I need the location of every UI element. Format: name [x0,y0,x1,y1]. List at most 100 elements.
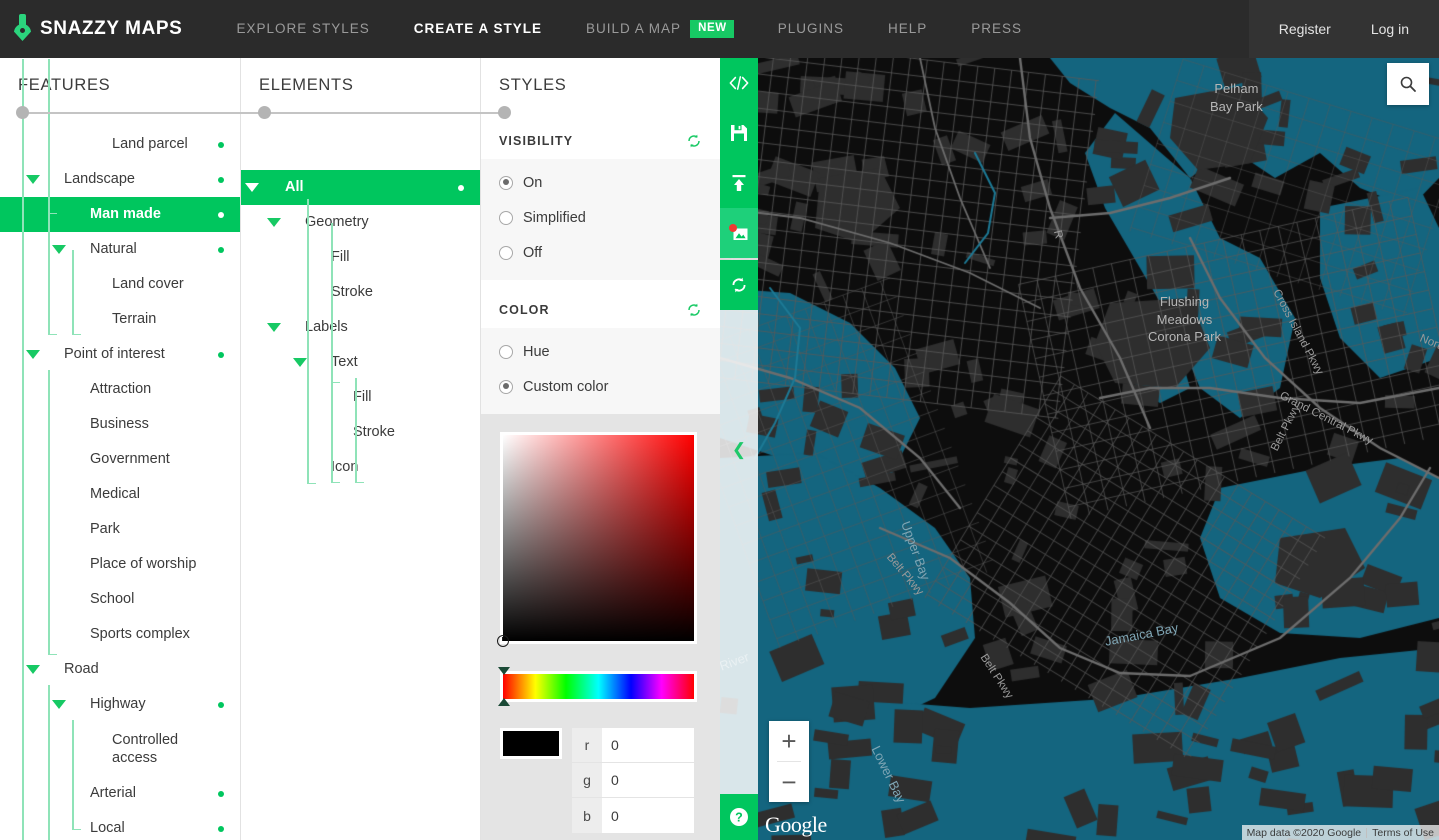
feature-item-road[interactable]: Road [0,652,240,687]
nav-item-press[interactable]: PRESS [949,0,1044,58]
color-title: COLOR [499,303,550,317]
visibility-option-on[interactable]: On [481,165,720,200]
feature-item-natural[interactable]: Natural [0,232,240,267]
element-item-all[interactable]: All [241,170,480,205]
visibility-option-off[interactable]: Off [481,235,720,270]
feature-item-man-made[interactable]: Man made [0,197,240,232]
tree-guide-line [72,250,79,335]
element-item-fill[interactable]: Fill [241,240,480,275]
tree-item-label: Geometry [305,214,369,231]
tree-item-label: Medical [90,486,140,503]
color-option-custom-color[interactable]: Custom color [481,369,720,404]
map-toolbar [720,58,758,310]
feature-item-government[interactable]: Government [0,442,240,477]
attribution-terms[interactable]: Terms of Use [1367,827,1439,839]
feature-item-arterial[interactable]: Arterial [0,776,240,811]
triangle-down-icon[interactable] [26,175,40,184]
zoom-out-button[interactable]: − [769,762,809,802]
radio-button-icon[interactable] [499,175,513,190]
status-dot-icon [218,825,224,832]
g-input[interactable] [602,763,694,797]
radio-label: Off [523,244,543,261]
feature-item-park[interactable]: Park [0,512,240,547]
element-item-geometry[interactable]: Geometry [241,205,480,240]
upload-icon [732,175,746,191]
r-input[interactable] [602,728,694,762]
feature-item-land-parcel[interactable]: Land parcel [0,127,240,162]
radio-button-icon[interactable] [499,344,513,359]
nav-item-explore-styles[interactable]: EXPLORE STYLES [214,0,391,58]
feature-item-highway[interactable]: Highway [0,687,240,722]
view-code-button[interactable] [720,58,758,108]
sv-cursor-handle[interactable] [497,635,509,647]
triangle-down-icon[interactable] [26,665,40,674]
brand-logo-link[interactable]: SNAZZY MAPS [0,0,214,58]
element-item-stroke[interactable]: Stroke [241,275,480,310]
nav-label: BUILD A MAP [586,21,682,36]
status-dot-icon [218,211,224,218]
triangle-down-icon[interactable] [245,183,259,192]
feature-item-school[interactable]: School [0,582,240,617]
color-section-header: COLOR [481,292,720,328]
login-link[interactable]: Log in [1351,0,1429,58]
feature-item-attraction[interactable]: Attraction [0,372,240,407]
triangle-down-icon[interactable] [52,245,66,254]
map-search-button[interactable] [1387,63,1429,105]
triangle-down-icon[interactable] [52,700,66,709]
zoom-in-button[interactable]: + [769,721,809,761]
question-mark-icon: ? [730,808,748,826]
status-dot-icon [218,701,224,708]
tree-item-label: Fill [331,249,350,266]
radio-button-icon[interactable] [499,245,513,260]
map-canvas [720,58,1439,840]
b-input[interactable] [602,798,694,833]
tree-guide-line [331,343,338,483]
element-item-stroke[interactable]: Stroke [241,415,480,450]
element-item-icon[interactable]: Icon [241,450,480,485]
refresh-icon[interactable] [686,302,702,318]
publish-button[interactable] [720,158,758,208]
element-item-labels[interactable]: Labels [241,310,480,345]
feature-item-sports-complex[interactable]: Sports complex [0,617,240,652]
tree-item-label: Stroke [353,424,395,441]
triangle-down-icon[interactable] [26,350,40,359]
color-option-hue[interactable]: Hue [481,334,720,369]
triangle-down-icon[interactable] [293,358,307,367]
nav-label: EXPLORE STYLES [236,21,370,36]
feature-item-controlled-access[interactable]: Controlled access [0,722,240,776]
feature-item-medical[interactable]: Medical [0,477,240,512]
feature-item-point-of-interest[interactable]: Point of interest [0,337,240,372]
reset-style-button[interactable] [720,260,758,310]
feature-item-land-cover[interactable]: Land cover [0,267,240,302]
saturation-value-field[interactable] [497,432,697,647]
feature-item-place-of-worship[interactable]: Place of worship [0,547,240,582]
refresh-icon[interactable] [686,133,702,149]
nav-item-create-a-style[interactable]: CREATE A STYLE [392,0,564,58]
element-item-fill[interactable]: Fill [241,380,480,415]
visibility-option-simplified[interactable]: Simplified [481,200,720,235]
register-link[interactable]: Register [1259,0,1351,58]
tree-item-label: Arterial [90,785,136,802]
google-logo: Google [765,812,827,837]
triangle-down-icon[interactable] [267,323,281,332]
hue-slider[interactable] [498,667,697,706]
radio-button-icon[interactable] [499,210,513,225]
triangle-down-icon[interactable] [267,218,281,227]
feature-item-terrain[interactable]: Terrain [0,302,240,337]
save-style-button[interactable] [720,108,758,158]
tree-guide-line [48,370,55,655]
screenshot-button[interactable] [720,208,758,258]
help-button[interactable]: ? [720,794,758,840]
nav-label: PRESS [971,21,1023,36]
status-dot-icon [218,246,224,253]
nav-item-help[interactable]: HELP [866,0,949,58]
feature-item-local[interactable]: Local [0,811,240,840]
feature-item-landscape[interactable]: Landscape [0,162,240,197]
map-preview[interactable]: Pelham Bay Park Flushing Meadows Corona Park… [720,58,1439,840]
nav-item-plugins[interactable]: PLUGINS [756,0,866,58]
nav-item-build-a-map[interactable]: BUILD A MAP NEW [564,0,756,58]
feature-item-business[interactable]: Business [0,407,240,442]
radio-button-icon[interactable] [499,379,513,394]
element-item-text[interactable]: Text [241,345,480,380]
tree-item-label: Place of worship [90,556,197,573]
